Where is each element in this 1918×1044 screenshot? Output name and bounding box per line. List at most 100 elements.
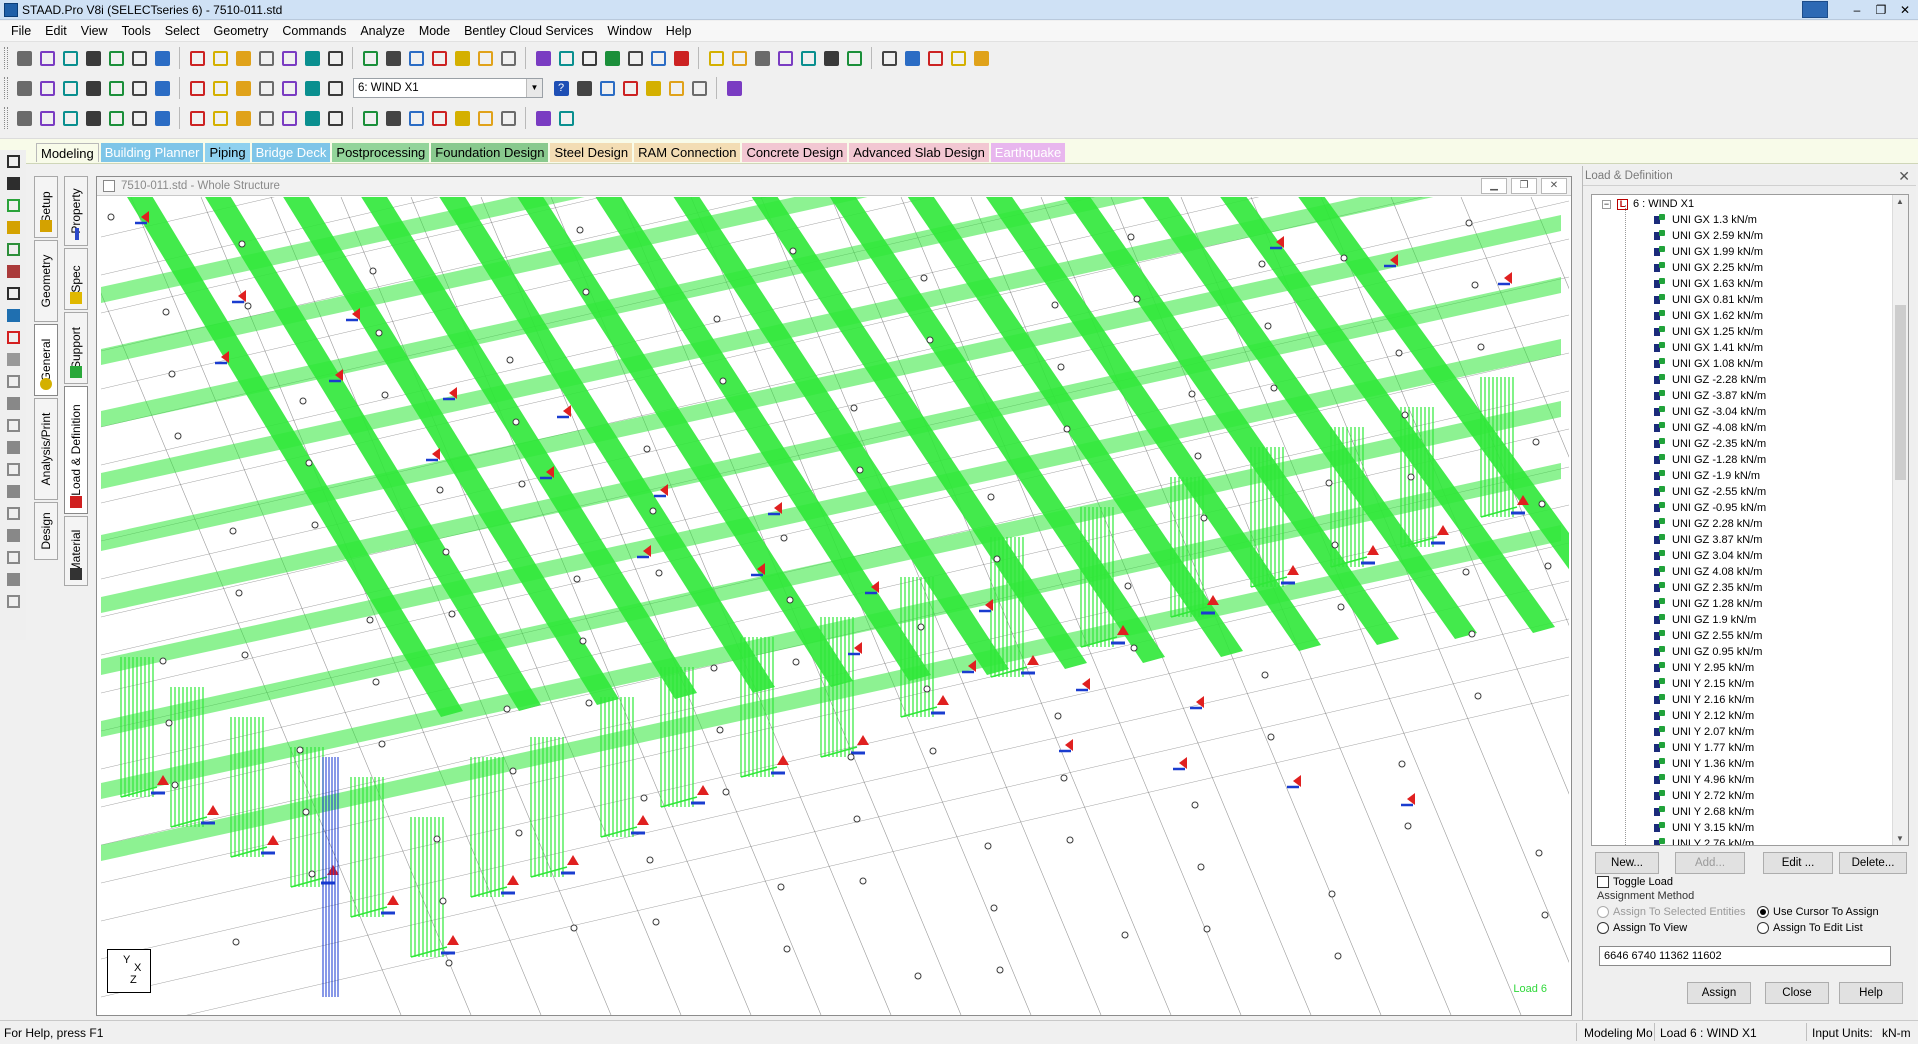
dimension-button[interactable] [670, 47, 692, 69]
open-button[interactable] [36, 47, 58, 69]
assign-view-radio[interactable]: Assign To View [1597, 922, 1687, 934]
load-item[interactable]: UNI GX 1.25 kN/m [1654, 324, 1766, 340]
beam-button[interactable] [532, 47, 554, 69]
export-button[interactable] [359, 47, 381, 69]
label-button[interactable] [4, 592, 22, 610]
view-restore-button[interactable]: ❐ [1511, 178, 1537, 194]
node-button[interactable] [774, 47, 796, 69]
tab-load-definition[interactable]: Load & Definition [64, 386, 88, 514]
menu-mode[interactable]: Mode [412, 21, 457, 41]
new-load-button[interactable]: New... [1595, 852, 1659, 874]
member-cursor-button[interactable] [4, 284, 22, 302]
load-item[interactable]: UNI GZ 3.87 kN/m [1654, 532, 1766, 548]
toolbar-grip[interactable] [4, 77, 8, 99]
cube2-button[interactable] [532, 107, 554, 129]
load-item[interactable]: UNI Y 2.72 kN/m [1654, 788, 1766, 804]
add-cursor-button[interactable] [4, 328, 22, 346]
shear-button[interactable] [578, 47, 600, 69]
zoom-out-button[interactable] [596, 77, 618, 99]
model-canvas[interactable] [101, 197, 1569, 1015]
page-button[interactable] [451, 47, 473, 69]
rotate-right-button[interactable] [232, 77, 254, 99]
use-cursor-radio[interactable]: Use Cursor To Assign [1757, 906, 1879, 918]
connect-button[interactable] [4, 526, 22, 544]
deflect-button[interactable] [624, 47, 646, 69]
new-file-button[interactable] [13, 47, 35, 69]
minimize-button[interactable]: – [1846, 1, 1868, 18]
label-button[interactable] [451, 107, 473, 129]
panel-close-icon[interactable]: ✕ [1898, 168, 1910, 185]
solid-button[interactable] [947, 47, 969, 69]
rulers-button[interactable] [255, 107, 277, 129]
insert-node-button[interactable] [4, 504, 22, 522]
load-item[interactable]: UNI Y 2.12 kN/m [1654, 708, 1766, 724]
spin-right-button[interactable] [278, 77, 300, 99]
menu-select[interactable]: Select [158, 21, 207, 41]
load-item[interactable]: UNI Y 2.07 kN/m [1654, 724, 1766, 740]
circular-button[interactable] [186, 107, 208, 129]
assign-button[interactable]: Assign [1687, 982, 1751, 1004]
node-cursor-button[interactable] [4, 174, 22, 192]
graph-button[interactable] [497, 47, 519, 69]
menu-bentley-cloud[interactable]: Bentley Cloud Services [457, 21, 600, 41]
tab-support[interactable]: Support [64, 312, 88, 384]
zoom-all-button[interactable] [688, 77, 710, 99]
load-item[interactable]: UNI GX 2.25 kN/m [1654, 260, 1766, 276]
load-item[interactable]: UNI GZ -1.28 kN/m [1654, 452, 1766, 468]
front-view-button[interactable] [36, 77, 58, 99]
pencil-button[interactable] [301, 47, 323, 69]
dropdown-arrow-icon[interactable]: ▼ [526, 79, 542, 97]
assign-selected-radio[interactable]: Assign To Selected Entities [1597, 906, 1745, 918]
load-item[interactable]: UNI Y 2.15 kN/m [1654, 676, 1766, 692]
tab-material[interactable]: Material [64, 516, 88, 586]
mode-tab-advanced-slab-design[interactable]: Advanced Slab Design [849, 143, 989, 162]
collapse-icon[interactable]: − [1602, 199, 1611, 209]
help-button[interactable] [647, 47, 669, 69]
frame-button[interactable] [728, 47, 750, 69]
menu-tools[interactable]: Tools [115, 21, 158, 41]
surface-cursor-button[interactable] [105, 107, 127, 129]
rotate-up-button[interactable] [151, 77, 173, 99]
grid-button[interactable] [209, 107, 231, 129]
iso-view-button[interactable] [13, 77, 35, 99]
table-button[interactable] [474, 47, 496, 69]
load-item[interactable]: UNI GZ 4.08 kN/m [1654, 564, 1766, 580]
mode-tab-foundation-design[interactable]: Foundation Design [431, 143, 549, 162]
menu-analyze[interactable]: Analyze [353, 21, 411, 41]
assign-list-input[interactable]: 6646 6740 11362 11602 [1599, 946, 1891, 966]
menu-edit[interactable]: Edit [38, 21, 74, 41]
release-button[interactable] [797, 47, 819, 69]
link-button[interactable] [255, 47, 277, 69]
tab-general[interactable]: General [34, 324, 58, 396]
menu-window[interactable]: Window [600, 21, 658, 41]
plate-button[interactable] [924, 47, 946, 69]
geometry-cursor-button[interactable] [4, 262, 22, 280]
cut-section-button[interactable] [4, 460, 22, 478]
load-item[interactable]: UNI GX 1.62 kN/m [1654, 308, 1766, 324]
load-item[interactable]: UNI GZ -2.55 kN/m [1654, 484, 1766, 500]
graph-load-button[interactable] [555, 107, 577, 129]
moment-button[interactable] [555, 47, 577, 69]
toggle-load-checkbox[interactable]: Toggle Load [1597, 876, 1673, 888]
plate-cursor-button[interactable] [59, 107, 81, 129]
beam-cursor-button[interactable] [4, 152, 22, 170]
rotate-down-button[interactable] [186, 77, 208, 99]
view-minimize-button[interactable]: ▁ [1481, 178, 1507, 194]
tab-spec[interactable]: Spec [64, 248, 88, 310]
load-item[interactable]: UNI GZ 0.95 kN/m [1654, 644, 1766, 660]
menu-geometry[interactable]: Geometry [207, 21, 276, 41]
load-item[interactable]: UNI GZ 2.35 kN/m [1654, 580, 1766, 596]
grid-button[interactable] [4, 482, 22, 500]
surface-cursor-button[interactable] [4, 240, 22, 258]
load-case-select[interactable]: 6: WIND X1 ▼ [353, 78, 543, 98]
save-button[interactable] [59, 47, 81, 69]
spin-left-button[interactable] [255, 77, 277, 99]
load-item[interactable]: UNI Y 3.15 kN/m [1654, 820, 1766, 836]
tbeam-button[interactable] [901, 47, 923, 69]
load-item[interactable]: UNI GZ -1.9 kN/m [1654, 468, 1766, 484]
restore-button[interactable]: ❐ [1870, 1, 1892, 18]
merge-button[interactable] [4, 548, 22, 566]
snap-grid-button[interactable] [232, 107, 254, 129]
load-item[interactable]: UNI Y 4.96 kN/m [1654, 772, 1766, 788]
scroll-thumb[interactable] [1895, 305, 1906, 480]
